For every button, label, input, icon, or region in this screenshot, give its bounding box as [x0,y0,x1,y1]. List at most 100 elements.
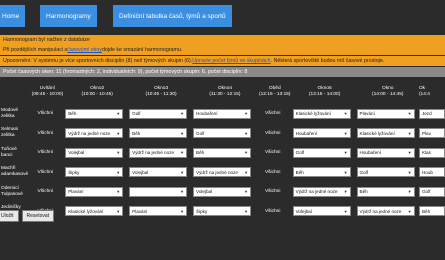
discipline-select-value: Houb [421,169,433,175]
chevron-down-icon: ▼ [407,111,412,117]
discipline-select[interactable]: Houbaření ▼ [292,128,351,139]
discipline-cell: Volejbal ▼ [193,182,257,202]
discipline-select-value: Výdrž na jedné noze [196,169,238,175]
discipline-select[interactable]: Šipky ▼ [65,167,124,178]
reset-button[interactable]: Resetovat [21,210,55,222]
welcome-all-cell: Všichni [37,150,53,156]
discipline-cell: Jezd [418,104,445,124]
time-windows-link[interactable]: časovými okny [67,47,102,53]
alert-notice-post: . Některá sportoviště budou mít časové p… [270,58,385,64]
discipline-select[interactable]: Běh ▼ [129,128,188,139]
chevron-down-icon: ▼ [244,130,249,136]
team-name-line2: banci [1,152,13,158]
discipline-select[interactable]: Jezd [418,108,445,119]
welcome-all-cell: Všichni [37,169,53,175]
discipline-select[interactable]: Klas [418,147,445,158]
discipline-select[interactable]: Volejbal ▼ [193,186,252,197]
discipline-select[interactable]: Plavání ▼ [65,186,124,197]
discipline-select-value: Běh [359,189,368,195]
discipline-select[interactable]: Běh ▼ [292,167,351,178]
discipline-select[interactable]: Golf ▼ [356,167,415,178]
lunch-all-cell: Všichni [264,189,281,195]
discipline-select[interactable]: Výdrž na jedné noze ▼ [292,186,351,197]
discipline-select[interactable]: Volejbal ▼ [129,167,188,178]
discipline-select[interactable]: Golf ▼ [129,108,188,119]
save-button[interactable]: Uložit [0,210,19,222]
discipline-select[interactable]: Plav [418,128,445,139]
discipline-select[interactable]: Šipky ▼ [193,206,252,217]
discipline-cell: Houbaření ▼ [193,104,257,124]
chevron-down-icon: ▼ [116,189,121,195]
lunch-all-cell: Všichni [264,150,281,156]
column-header: Okno (14:00 - 14:45) [372,86,404,97]
chevron-down-icon: ▼ [244,208,249,214]
discipline-select[interactable]: ▼ [129,186,188,197]
discipline-select-value: Plavání [132,208,148,214]
team-name-line1: Machři [1,166,16,172]
discipline-select[interactable]: Běh [418,206,445,217]
discipline-select[interactable]: Klasické lyžování ▼ [356,128,415,139]
discipline-select[interactable]: Běh ▼ [193,147,252,158]
alert-notice: Upozornění: V systému je více sportovníc… [0,56,445,66]
team-name-line2: Tulpasové [1,191,23,197]
chevron-down-icon: ▼ [116,130,121,136]
alert-warning: Při pozdějších manipulaci s časovými okn… [0,45,445,55]
discipline-cell: Klasické lyžování ▼ [356,124,419,144]
team-name-line1: Modové [1,107,19,113]
discipline-select[interactable]: Houb [418,167,445,178]
table-row: Tuňové banci Všichni Volejbal ▼ Výdrž na jedn… [0,143,445,163]
discipline-cell: Běh ▼ [65,104,129,124]
discipline-select-value: Běh [132,130,141,136]
discipline-select-value: Volejbal [68,150,85,156]
discipline-select[interactable]: Plavání ▼ [356,108,415,119]
discipline-select[interactable]: Volejbal ▼ [292,206,351,217]
discipline-cell: Golf ▼ [129,104,193,124]
discipline-cell: Volejbal ▼ [292,202,357,222]
corner-cell [0,80,30,104]
discipline-select-value: Klasické lyžování [359,130,395,136]
discipline-select[interactable]: Plavání ▼ [129,206,188,217]
team-name-line2: zelitka [1,113,15,119]
discipline-select[interactable]: Výdrž na jedné noze ▼ [65,128,124,139]
top-navigation: Home Harmonogramy Definiční tabulka časů… [0,0,445,34]
chevron-down-icon: ▼ [407,150,412,156]
adjust-team-groups-link[interactable]: Upravte počet týmů ve skupinách [192,58,270,64]
discipline-select-value: Houbaření [295,130,318,136]
discipline-cell: Běh ▼ [129,124,193,144]
discipline-select[interactable]: Golf [418,186,445,197]
discipline-select-value: Golf [295,150,305,156]
chevron-down-icon: ▼ [244,169,249,175]
nav-schedules-button[interactable]: Harmonogramy [40,5,97,27]
chevron-down-icon: ▼ [180,150,185,156]
column-header: Okno4 (11:30 - 12:15) [209,86,241,97]
table-row: Selmani zelitka Všichni Výdrž na jedné noze… [0,124,445,144]
discipline-select[interactable]: Běh ▼ [65,108,124,119]
team-name-line2: zelitka [1,133,15,139]
welcome-all-cell: Všichni [37,189,53,195]
discipline-select[interactable]: Klasické lyžování ▼ [65,206,124,217]
discipline-select[interactable]: Výdrž na jedné noze ▼ [129,147,188,158]
nav-definition-table-button[interactable]: Definiční tabulka časů, týmů a sportů [113,5,232,27]
discipline-cell: Golf ▼ [292,143,357,163]
discipline-select-value: Volejbal [132,169,149,175]
nav-home-button[interactable]: Home [0,5,26,27]
discipline-select[interactable]: Klasické lyžování ▼ [292,108,351,119]
info-text: Počet časových oken: 11 (hromadných: 2, … [3,69,248,75]
team-name-line1: Tuňové [1,146,17,152]
discipline-select[interactable]: Volejbal ▼ [65,147,124,158]
discipline-select[interactable]: Houbaření ▼ [356,147,415,158]
discipline-select-value: Běh [295,169,304,175]
discipline-select[interactable]: Běh ▼ [356,186,415,197]
discipline-select[interactable]: Golf ▼ [292,147,351,158]
chevron-down-icon: ▼ [244,189,249,195]
discipline-cell: Výdrž na jedné noze ▼ [356,202,419,222]
discipline-select-value: Golf [132,111,141,117]
chevron-down-icon: ▼ [180,111,185,117]
discipline-select[interactable]: Výdrž na jedné noze ▼ [356,206,415,217]
chevron-down-icon: ▼ [343,208,348,214]
discipline-select[interactable]: Výdrž na jedné noze ▼ [193,167,252,178]
welcome-all-cell: Všichni [37,111,53,117]
discipline-cell: Plavání ▼ [356,104,419,124]
discipline-select[interactable]: Houbaření ▼ [193,108,252,119]
discipline-select[interactable]: Golf ▼ [193,128,252,139]
